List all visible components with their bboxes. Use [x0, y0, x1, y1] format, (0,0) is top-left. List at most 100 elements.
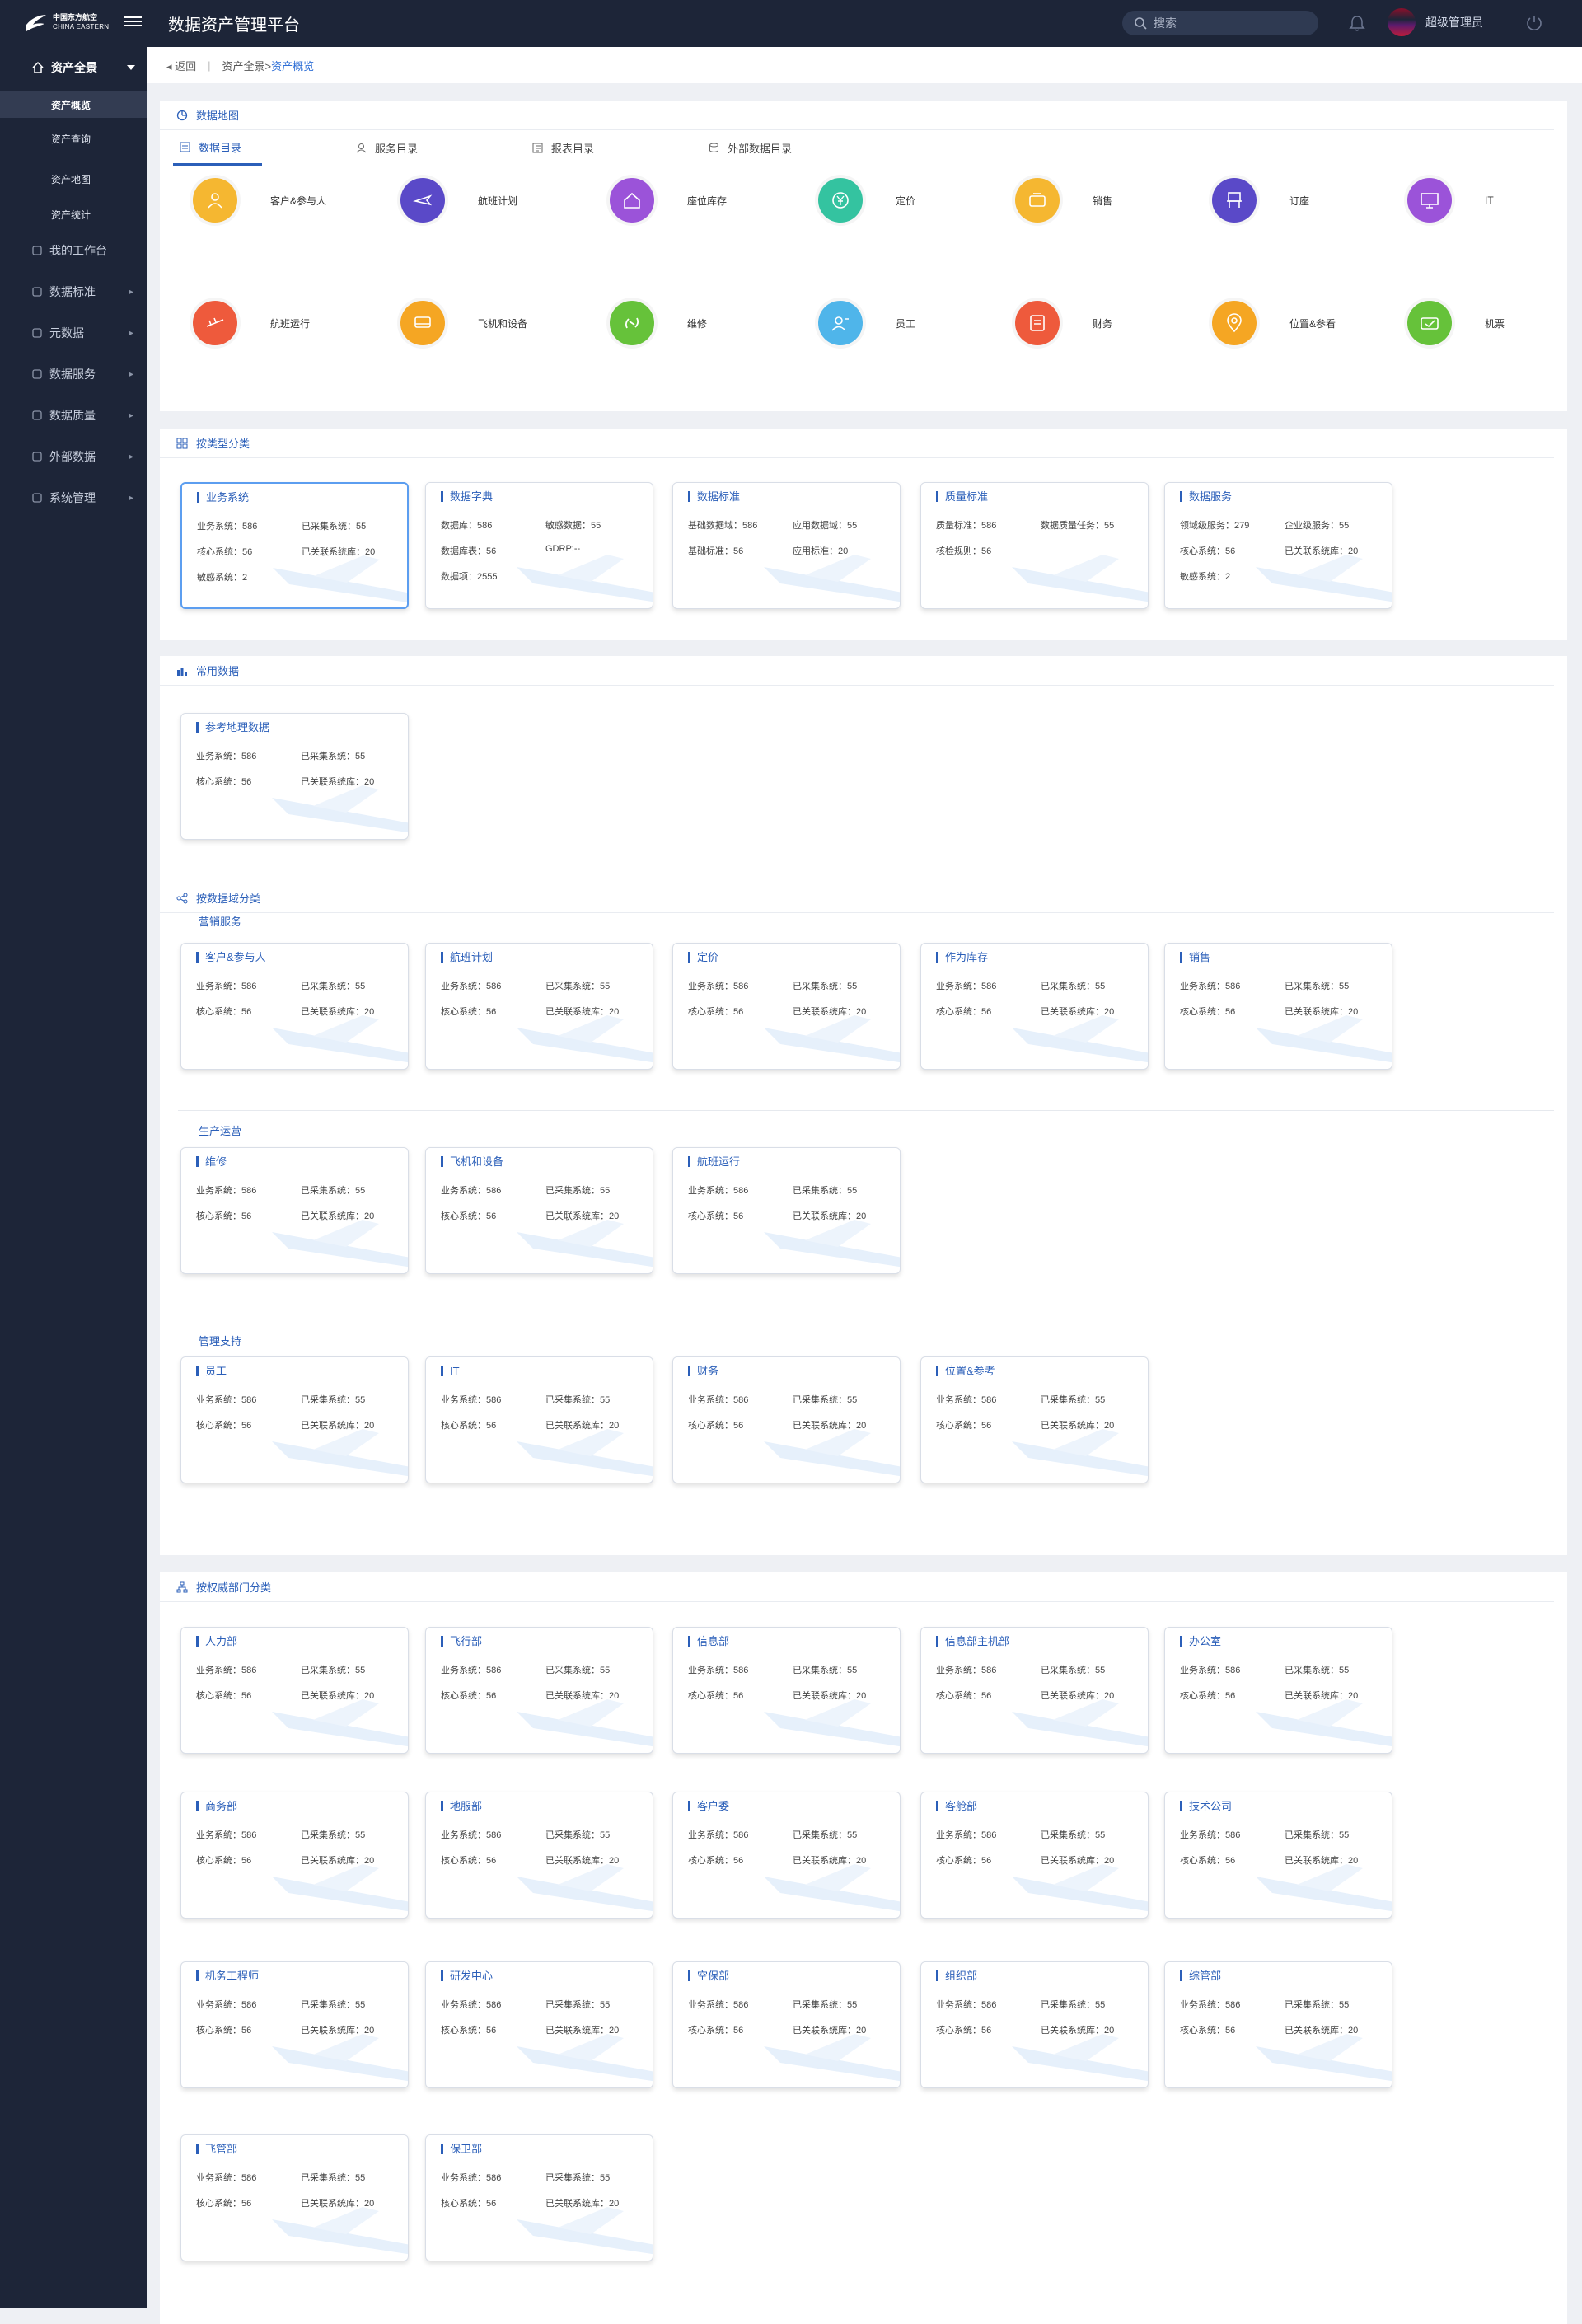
common-data-card[interactable]: 参考地理数据 业务系统：586 已采集系统：55 核心系统：56 已关联系统库：20 — [180, 713, 409, 840]
card-stat: 业务系统：586 — [196, 1186, 257, 1196]
menu-toggle-icon[interactable] — [124, 14, 142, 30]
dept-card[interactable]: 飞行部 业务系统：586 已采集系统：55 核心系统：56 已关联系统库：20 — [425, 1627, 653, 1754]
category-seat[interactable]: 订座 — [1212, 178, 1309, 223]
category-repair[interactable]: 维修 — [610, 301, 707, 345]
dept-card[interactable]: 保卫部 业务系统：586 已采集系统：55 核心系统：56 已关联系统库：20 — [425, 2134, 653, 2261]
dept-card[interactable]: 飞管部 业务系统：586 已采集系统：55 核心系统：56 已关联系统库：20 — [180, 2134, 409, 2261]
category-house[interactable]: 座位库存 — [610, 178, 727, 223]
card-stat: 已采集系统：55 — [1285, 982, 1350, 991]
dept-card[interactable]: 信息部 业务系统：586 已采集系统：55 核心系统：56 已关联系统库：20 — [672, 1627, 901, 1754]
category-plane[interactable]: 航班计划 — [400, 178, 517, 223]
dept-card[interactable]: 商务部 业务系统：586 已采集系统：55 核心系统：56 已关联系统库：20 — [180, 1792, 409, 1919]
airplane-watermark-icon — [272, 2034, 408, 2082]
type-card[interactable]: 业务系统 业务系统：586 已采集系统：55 核心系统：56 已关联系统库：20 敏感系统… — [180, 482, 409, 609]
dept-card[interactable]: 信息部主机部 业务系统：586 已采集系统：55 核心系统：56 已关联系统库：20 — [920, 1627, 1149, 1754]
card-stat: 核心系统：56 — [196, 2199, 252, 2209]
sidebar-item-5[interactable]: 数据质量 ▸ — [0, 395, 147, 436]
tab-data-catalog[interactable]: 数据目录 — [173, 130, 262, 166]
type-card[interactable]: 质量标准 质量标准：586 数据质量任务：55 核检规则：56 — [920, 482, 1149, 609]
sidebar-sub-stats[interactable]: 资产统计 — [0, 199, 147, 230]
sidebar-item-6[interactable]: 外部数据 ▸ — [0, 436, 147, 477]
search-input[interactable] — [1154, 16, 1302, 30]
tab-external-catalog[interactable]: 外部数据目录 — [702, 130, 878, 166]
sidebar-sub-map[interactable]: 资产地图 — [0, 159, 147, 199]
sidebar-item-asset-overview[interactable]: 资产全景 — [0, 47, 147, 88]
category-flight[interactable]: 航班运行 — [193, 301, 310, 345]
domain-card[interactable]: 作为库存 业务系统：586 已采集系统：55 核心系统：56 已关联系统库：20 — [920, 943, 1149, 1070]
card-stat: 业务系统：586 — [936, 1395, 997, 1405]
domain-card[interactable]: 财务 业务系统：586 已采集系统：55 核心系统：56 已关联系统库：20 — [672, 1356, 901, 1483]
domain-card[interactable]: 客户&参与人 业务系统：586 已采集系统：55 核心系统：56 已关联系统库：20 — [180, 943, 409, 1070]
data-map-header: 数据地图 — [160, 101, 1554, 130]
airplane-watermark-icon — [1012, 1699, 1148, 1747]
domain-card[interactable]: IT 业务系统：586 已采集系统：55 核心系统：56 已关联系统库：20 — [425, 1356, 653, 1483]
sidebar-item-1[interactable]: 我的工作台 — [0, 230, 147, 271]
sidebar-item-3[interactable]: 元数据 ▸ — [0, 312, 147, 354]
category-equipment[interactable]: 飞机和设备 — [400, 301, 527, 345]
sidebar-item-2[interactable]: 数据标准 ▸ — [0, 271, 147, 312]
dept-card[interactable]: 空保部 业务系统：586 已采集系统：55 核心系统：56 已关联系统库：20 — [672, 1961, 901, 2088]
power-icon[interactable] — [1524, 13, 1544, 33]
category-staff[interactable]: 员工 — [818, 301, 915, 345]
card-stat: 已关联系统库：20 — [302, 547, 376, 557]
domain-card[interactable]: 维修 业务系统：586 已采集系统：55 核心系统：56 已关联系统库：20 — [180, 1147, 409, 1274]
dept-card[interactable]: 客舱部 业务系统：586 已采集系统：55 核心系统：56 已关联系统库：20 — [920, 1792, 1149, 1919]
dept-card[interactable]: 人力部 业务系统：586 已采集系统：55 核心系统：56 已关联系统库：20 — [180, 1627, 409, 1754]
dept-card[interactable]: 机务工程师 业务系统：586 已采集系统：55 核心系统：56 已关联系统库：20 — [180, 1961, 409, 2088]
dept-card[interactable]: 地服部 业务系统：586 已采集系统：55 核心系统：56 已关联系统库：20 — [425, 1792, 653, 1919]
dept-card[interactable]: 综管部 业务系统：586 已采集系统：55 核心系统：56 已关联系统库：20 — [1164, 1961, 1392, 2088]
dept-card[interactable]: 组织部 业务系统：586 已采集系统：55 核心系统：56 已关联系统库：20 — [920, 1961, 1149, 2088]
finance-icon — [1030, 315, 1045, 331]
card-stat: 业务系统：586 — [197, 522, 258, 532]
tab-service-catalog[interactable]: 服务目录 — [349, 130, 526, 166]
tab-report-catalog[interactable]: 报表目录 — [526, 130, 702, 166]
card-title: 地服部 — [441, 1801, 482, 1811]
category-finance[interactable]: 财务 — [1015, 301, 1112, 345]
back-link[interactable]: ◂ 返回 — [166, 58, 196, 73]
card-stat: 已采集系统：55 — [793, 982, 858, 991]
type-card[interactable]: 数据标准 基础数据域：586 应用数据域：55 基础标准：56 应用标准：20 — [672, 482, 901, 609]
card-stat: 核心系统：56 — [441, 1211, 497, 1221]
user-menu[interactable]: 超级管理员 — [1388, 8, 1483, 36]
card-stat: 核心系统：56 — [196, 1211, 252, 1221]
domain-card[interactable]: 销售 业务系统：586 已采集系统：55 核心系统：56 已关联系统库：20 — [1164, 943, 1392, 1070]
card-stat: 核心系统：56 — [196, 1007, 252, 1017]
category-sale[interactable]: 销售 — [1015, 178, 1112, 223]
category-location[interactable]: 位置&参看 — [1212, 301, 1336, 345]
card-stat: 业务系统：586 — [1180, 1830, 1241, 1840]
domain-card[interactable]: 飞机和设备 业务系统：586 已采集系统：55 核心系统：56 已关联系统库：20 — [425, 1147, 653, 1274]
airplane-watermark-icon — [273, 555, 407, 602]
domain-card[interactable]: 员工 业务系统：586 已采集系统：55 核心系统：56 已关联系统库：20 — [180, 1356, 409, 1483]
category-yuan[interactable]: 定价 — [818, 178, 915, 223]
card-title: 办公室 — [1180, 1636, 1221, 1647]
card-stat: 核心系统：56 — [197, 547, 253, 557]
bell-icon[interactable] — [1348, 14, 1366, 32]
dept-card[interactable]: 客户委 业务系统：586 已采集系统：55 核心系统：56 已关联系统库：20 — [672, 1792, 901, 1919]
category-label: 机票 — [1485, 317, 1505, 330]
dept-card[interactable]: 技术公司 业务系统：586 已采集系统：55 核心系统：56 已关联系统库：20 — [1164, 1792, 1392, 1919]
category-person[interactable]: 客户&参与人 — [193, 178, 326, 223]
search-box[interactable] — [1122, 11, 1318, 35]
card-title: 业务系统 — [197, 492, 249, 503]
card-stat: 核心系统：56 — [1180, 1691, 1236, 1701]
card-stat: 业务系统：586 — [688, 1830, 749, 1840]
breadcrumb-path[interactable]: 资产全景> — [222, 58, 272, 73]
sidebar-item-4[interactable]: 数据服务 ▸ — [0, 354, 147, 395]
sidebar-sub-query[interactable]: 资产查询 — [0, 118, 147, 159]
domain-card[interactable]: 航班计划 业务系统：586 已采集系统：55 核心系统：56 已关联系统库：20 — [425, 943, 653, 1070]
type-card[interactable]: 数据字典 数据库：586 敏感数据：55 数据库表：56 GDRP:-- 数据项：2555 — [425, 482, 653, 609]
domain-card[interactable]: 航班运行 业务系统：586 已采集系统：55 核心系统：56 已关联系统库：20 — [672, 1147, 901, 1274]
category-monitor[interactable]: IT — [1407, 178, 1494, 223]
dept-card[interactable]: 办公室 业务系统：586 已采集系统：55 核心系统：56 已关联系统库：20 — [1164, 1627, 1392, 1754]
domain-card[interactable]: 定价 业务系统：586 已采集系统：55 核心系统：56 已关联系统库：20 — [672, 943, 901, 1070]
card-stat: 已采集系统：55 — [301, 1186, 366, 1196]
sidebar-sub-overview[interactable]: 资产概览 — [0, 91, 147, 118]
card-stat: 已关联系统库：20 — [545, 2199, 620, 2209]
main-content: ◂ 返回 | 资产全景> 资产概览 数据地图 数据目录 服务目录 报表目录 外部… — [147, 47, 1582, 2324]
domain-card[interactable]: 位置&参考 业务系统：586 已采集系统：55 核心系统：56 已关联系统库：20 — [920, 1356, 1149, 1483]
type-card[interactable]: 数据服务 领域级服务：279 企业级服务：55 核心系统：56 已关联系统库：20 敏感系… — [1164, 482, 1392, 609]
category-ticket[interactable]: 机票 — [1407, 301, 1505, 345]
card-stat: 已关联系统库：20 — [301, 2026, 375, 2036]
dept-card[interactable]: 研发中心 业务系统：586 已采集系统：55 核心系统：56 已关联系统库：20 — [425, 1961, 653, 2088]
sidebar-item-7[interactable]: 系统管理 ▸ — [0, 477, 147, 518]
